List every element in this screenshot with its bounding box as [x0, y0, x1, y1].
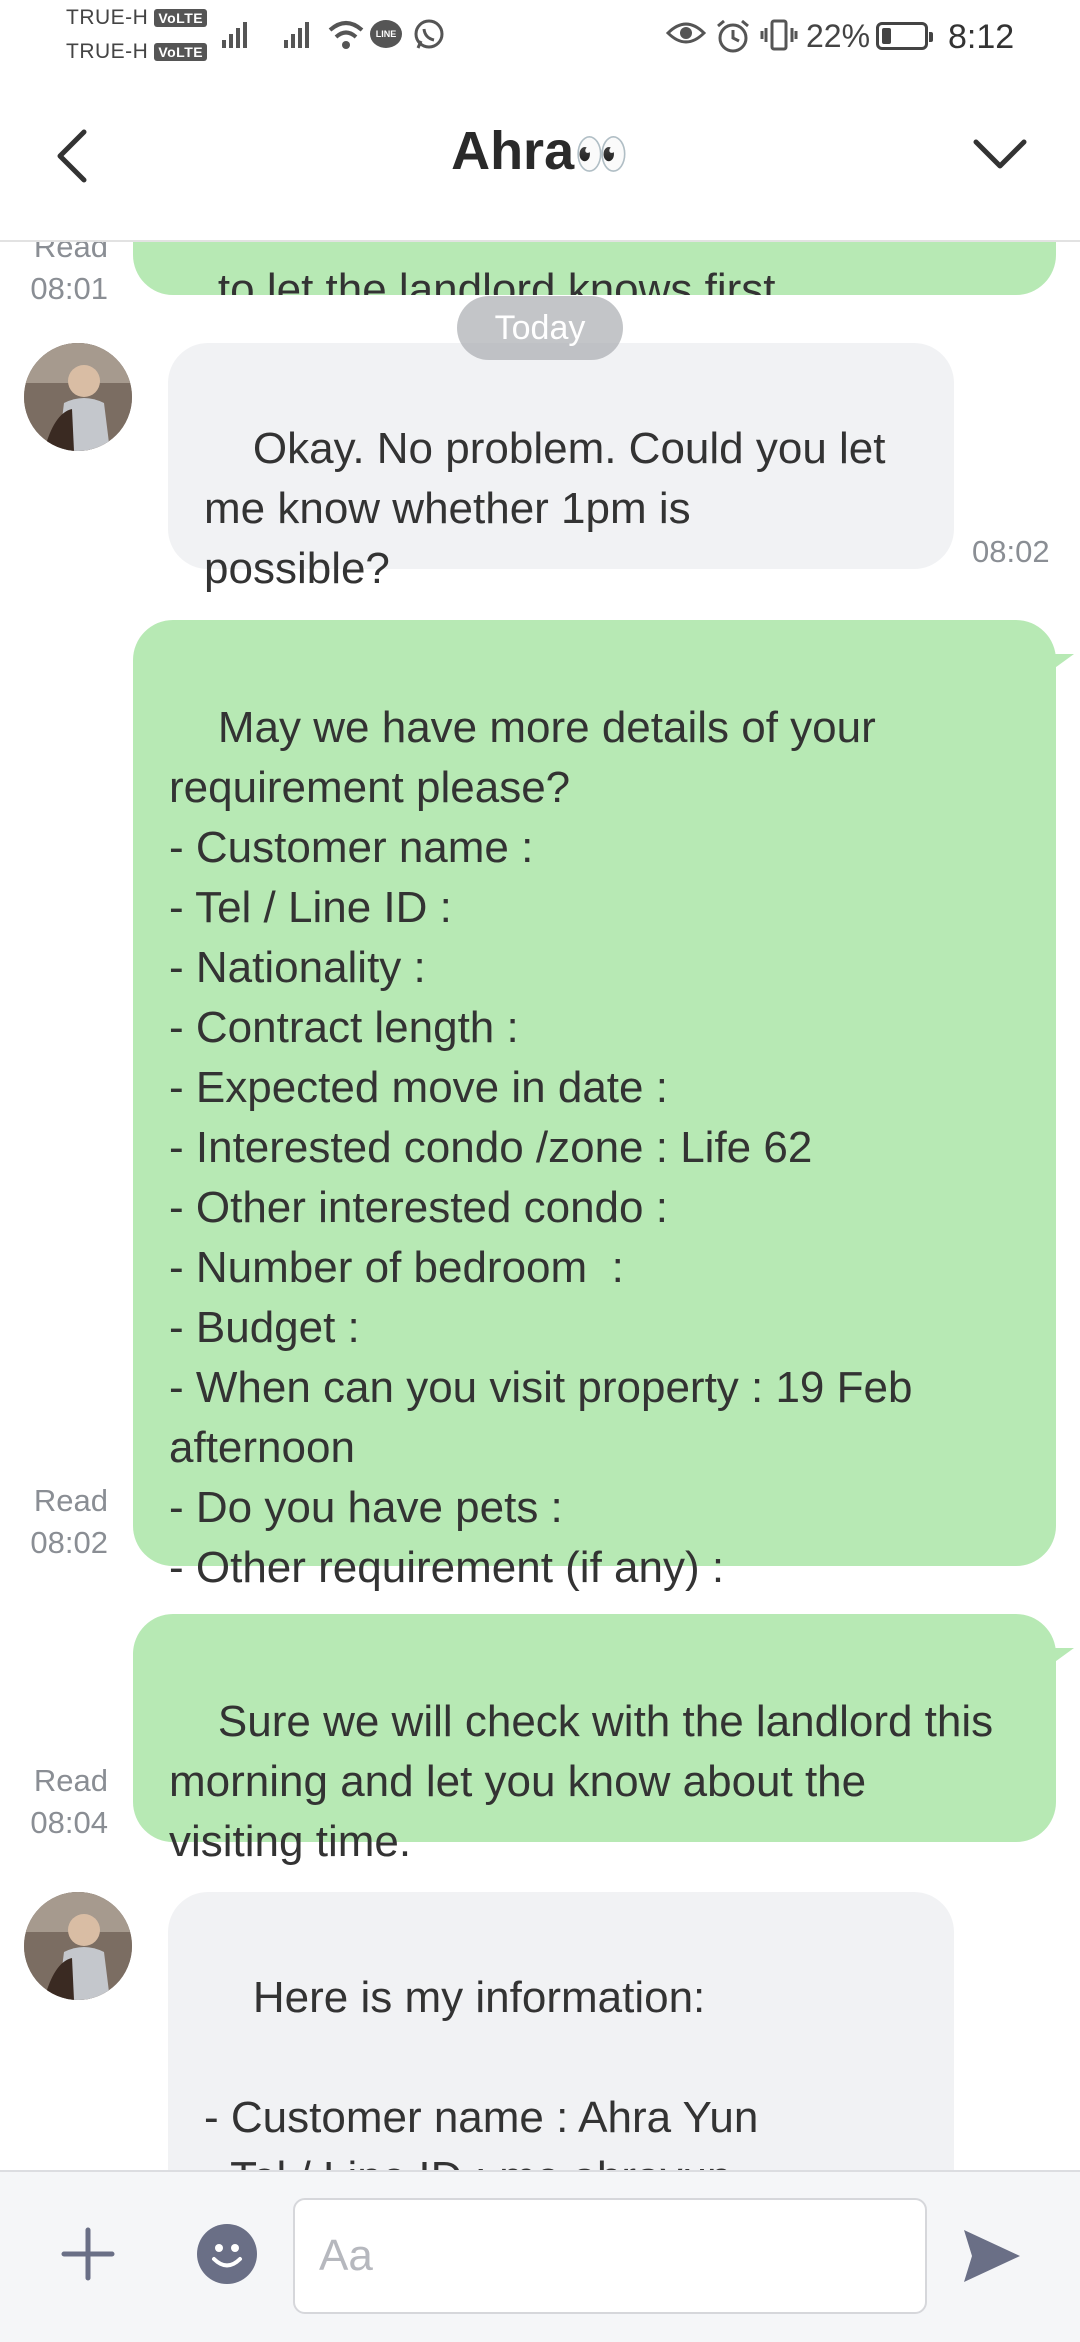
message-input[interactable] [293, 2198, 927, 2314]
chevron-down-icon[interactable] [970, 134, 1030, 174]
message-text: Sure we will check with the landlord thi… [169, 1697, 994, 1866]
signal-icon [222, 20, 247, 48]
message-meta: Read 08:02 [14, 1480, 108, 1564]
outgoing-message-bubble[interactable]: May we have more details of your require… [133, 620, 1056, 1592]
avatar[interactable] [24, 343, 132, 451]
read-receipt: Read [33, 1763, 108, 1798]
avatar-image [24, 1892, 132, 2000]
message-time: 08:01 [30, 271, 108, 306]
battery-icon [876, 22, 933, 50]
outgoing-message-bubble[interactable]: Sure we will check with the landlord thi… [133, 1614, 1056, 1866]
read-receipt: Read [33, 240, 108, 264]
message-time: 08:04 [30, 1805, 108, 1840]
message-text: May we have more details of your require… [169, 703, 913, 1592]
carrier-name-1: TRUE-H [66, 6, 149, 29]
chat-header: Ahra👀 [0, 72, 1080, 242]
vibrate-icon [760, 19, 798, 51]
message-text: Here is my information: - Customer name … [204, 1973, 759, 2170]
line-app-icon: LINE [370, 20, 402, 48]
outgoing-message-bubble[interactable]: to let the landlord knows first. [133, 240, 1056, 295]
whatsapp-icon [414, 19, 444, 49]
message-meta: Read 08:04 [14, 1760, 108, 1844]
eyes-emoji-icon: 👀 [574, 130, 629, 179]
emoji-icon [212, 2244, 242, 2268]
avatar-image [24, 343, 132, 451]
date-separator: Today [457, 296, 623, 360]
message-text: Okay. No problem. Could you let me know … [204, 424, 886, 593]
volte-badge-1: VoLTE [154, 9, 208, 28]
carrier-label-1: TRUE-H VoLTE [66, 6, 208, 30]
alarm-icon [717, 19, 749, 53]
read-receipt: Read [33, 1483, 108, 1518]
wifi-icon [328, 21, 364, 49]
bubble-tail [1052, 654, 1074, 670]
volte-badge-2: VoLTE [154, 43, 208, 62]
status-time: 8:12 [948, 18, 1015, 56]
line-badge-text: LINE [375, 29, 397, 39]
bubble-tail [1052, 1648, 1074, 1664]
emoji-button[interactable] [197, 2224, 257, 2284]
message-time: 08:02 [30, 1525, 108, 1560]
message-time: 08:02 [972, 534, 1050, 569]
carrier-label-2: TRUE-H VoLTE [66, 40, 208, 64]
chat-title-name: Ahra [451, 121, 575, 181]
message-meta: Read 08:01 [0, 240, 108, 310]
carrier-name-2: TRUE-H [66, 40, 149, 63]
chat-title: Ahra👀 [0, 120, 1080, 182]
signal-icon [284, 20, 309, 48]
status-bar: TRUE-H VoLTE TRUE-H VoLTE LINE 22% 8:12 [0, 0, 1080, 72]
avatar[interactable] [24, 1892, 132, 2000]
message-composer [0, 2170, 1080, 2342]
add-attachment-button[interactable] [58, 2224, 118, 2284]
eye-icon [666, 22, 706, 44]
send-button[interactable] [960, 2224, 1024, 2288]
battery-percent: 22% [806, 18, 871, 54]
message-list[interactable]: to let the landlord knows first. Read 08… [0, 240, 1080, 2170]
battery-level [882, 28, 891, 44]
incoming-message-bubble[interactable]: Here is my information: - Customer name … [168, 1892, 954, 2170]
incoming-message-bubble[interactable]: Okay. No problem. Could you let me know … [168, 343, 954, 593]
message-text: to let the landlord knows first. [217, 265, 788, 295]
